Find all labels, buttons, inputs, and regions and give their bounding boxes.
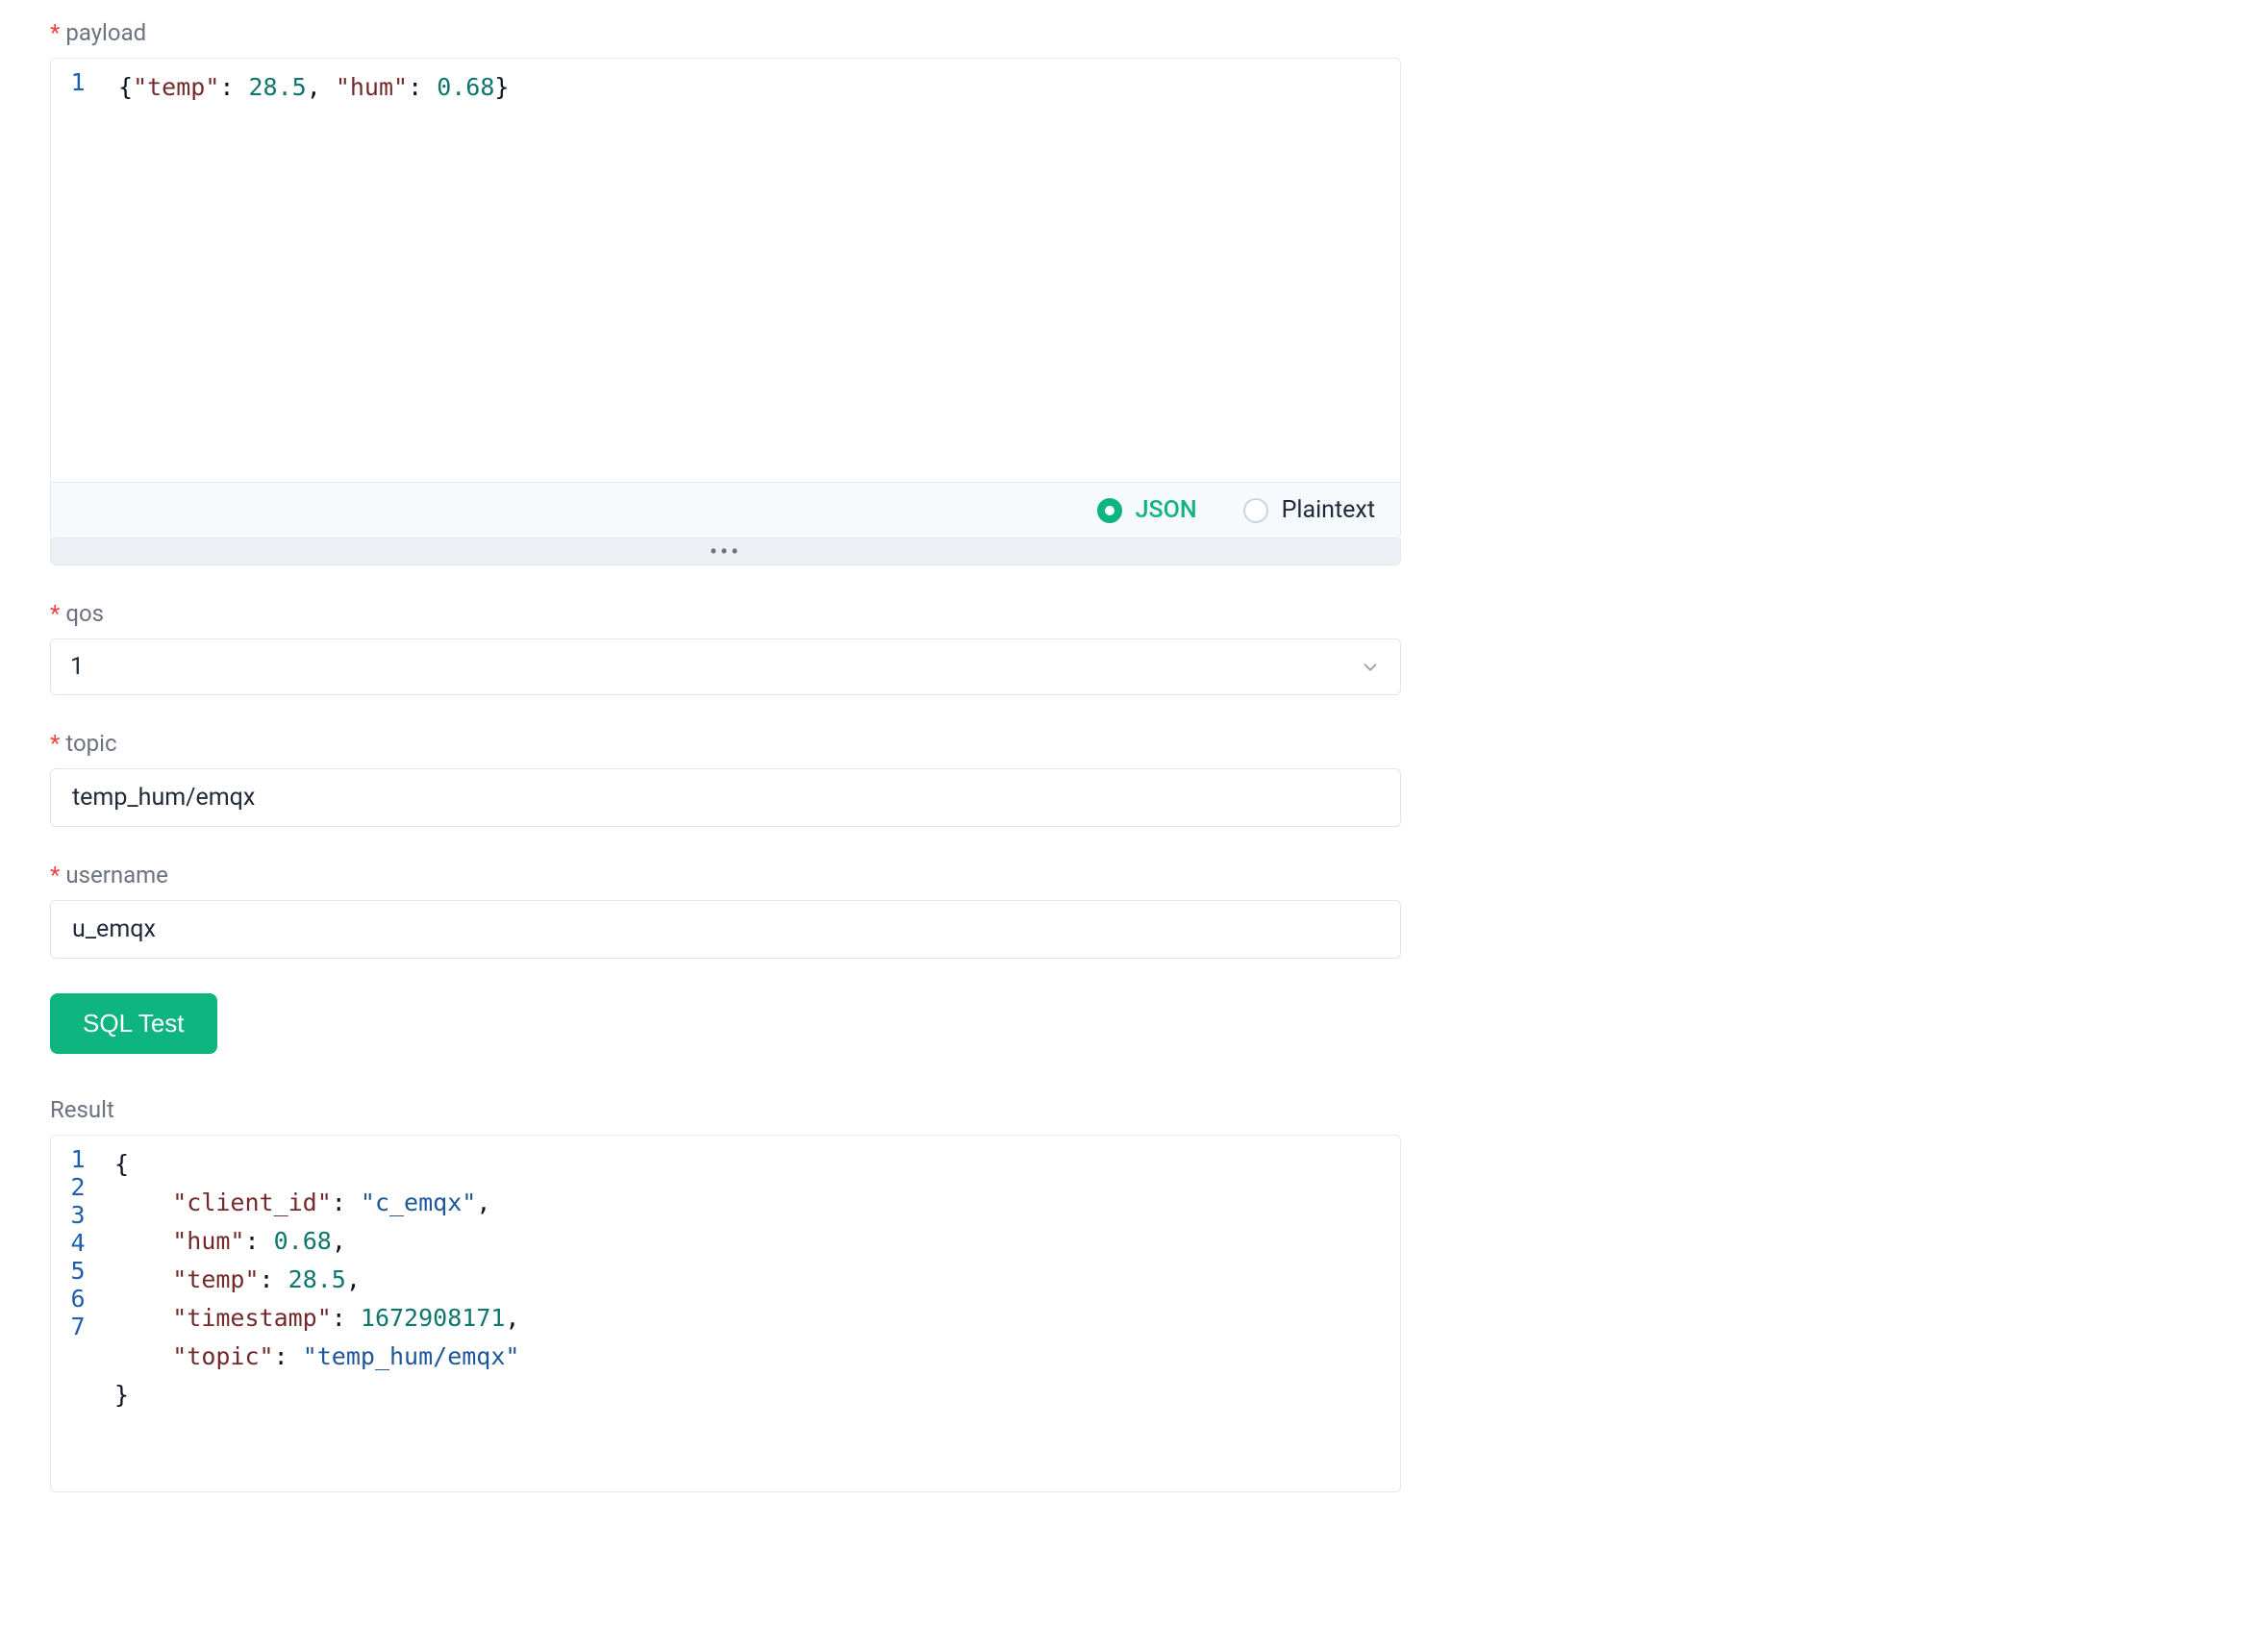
format-plaintext-label: Plaintext xyxy=(1282,496,1375,524)
radio-dot-icon xyxy=(1243,498,1268,523)
format-json-label: JSON xyxy=(1136,496,1197,524)
result-gutter: 1234567 xyxy=(51,1136,105,1491)
required-marker: * xyxy=(50,21,60,44)
username-input-wrap xyxy=(50,900,1401,959)
sql-test-label: SQL Test xyxy=(83,1009,185,1039)
qos-label: * qos xyxy=(50,600,1401,627)
payload-gutter: 1 xyxy=(51,59,105,482)
payload-label: * payload xyxy=(50,19,1401,46)
result-editor: 1234567 { "client_id": "c_emqx", "hum": … xyxy=(50,1135,1401,1492)
result-label: Result xyxy=(50,1096,1401,1123)
topic-input[interactable] xyxy=(70,783,1381,813)
qos-select[interactable]: 1 xyxy=(50,638,1401,695)
payload-format-switch: JSON Plaintext xyxy=(51,482,1400,538)
resize-dots-icon: ••• xyxy=(710,538,741,565)
topic-label-text: topic xyxy=(65,730,116,757)
payload-label-text: payload xyxy=(65,19,146,46)
radio-dot-icon xyxy=(1097,498,1122,523)
result-label-text: Result xyxy=(50,1096,114,1123)
required-marker: * xyxy=(50,864,60,887)
sql-test-button[interactable]: SQL Test xyxy=(50,993,217,1054)
required-marker: * xyxy=(50,732,60,755)
payload-resize-handle[interactable]: ••• xyxy=(50,538,1401,565)
required-marker: * xyxy=(50,602,60,625)
result-code-area[interactable]: { "client_id": "c_emqx", "hum": 0.68, "t… xyxy=(105,1136,1400,1491)
format-json-radio[interactable]: JSON xyxy=(1097,496,1197,524)
qos-label-text: qos xyxy=(65,600,104,627)
format-plaintext-radio[interactable]: Plaintext xyxy=(1243,496,1375,524)
chevron-down-icon xyxy=(1360,657,1381,678)
topic-input-wrap xyxy=(50,768,1401,827)
username-input[interactable] xyxy=(70,914,1381,944)
username-label: * username xyxy=(50,862,1401,889)
qos-value: 1 xyxy=(70,653,84,681)
username-label-text: username xyxy=(65,862,168,889)
payload-editor[interactable]: 1 {"temp": 28.5, "hum": 0.68} JSON Plain… xyxy=(50,58,1401,538)
payload-code-area[interactable]: {"temp": 28.5, "hum": 0.68} xyxy=(105,59,1400,482)
topic-label: * topic xyxy=(50,730,1401,757)
